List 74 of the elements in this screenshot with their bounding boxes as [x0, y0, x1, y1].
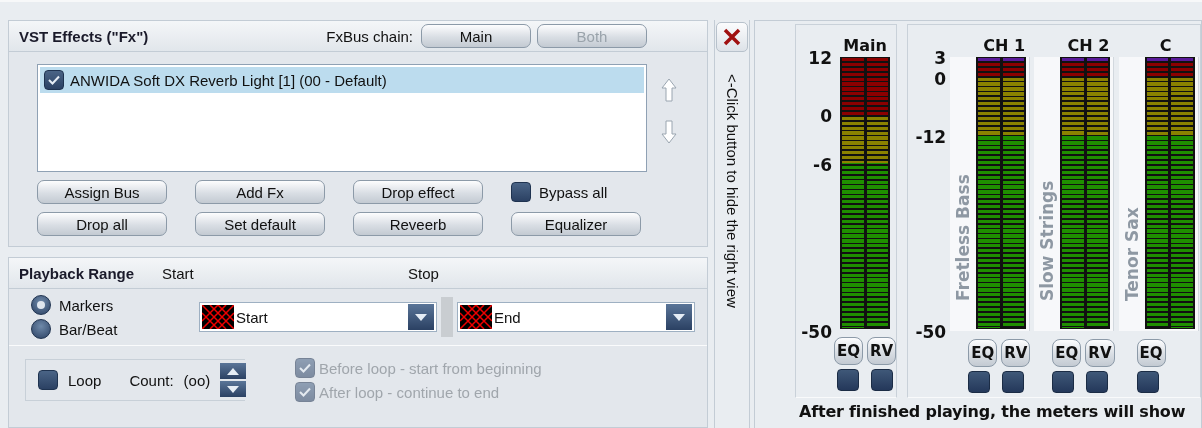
chain-button[interactable]: Main [421, 24, 531, 48]
action-button[interactable]: Drop all [37, 212, 167, 236]
channel-name: Tenor Sax [1120, 206, 1143, 303]
toggle-switch[interactable] [1002, 371, 1025, 393]
triangle-down-icon [415, 313, 427, 321]
spin-down-button[interactable] [220, 381, 247, 397]
close-icon [723, 28, 741, 46]
loop-label: Loop [68, 371, 102, 389]
triangle-down-icon [673, 313, 685, 321]
meter-toggle-button[interactable]: RV [1085, 339, 1115, 367]
scale-label: -50 [915, 322, 947, 342]
hide-hint-text: <-Click button to hide the right view [723, 74, 741, 308]
meter-title: CH 1 [983, 35, 1026, 57]
radio-button[interactable] [31, 295, 51, 315]
action-button[interactable]: Set default [195, 212, 325, 236]
meter-toggle-button[interactable]: RV [867, 337, 897, 365]
checkmark-icon [48, 75, 60, 85]
meter-title: Main [843, 35, 887, 57]
meter-toggle-button[interactable]: EQ [1052, 339, 1082, 367]
action-button[interactable]: Reveerb [353, 212, 483, 236]
scale-label: -12 [915, 127, 947, 148]
toggle-switch[interactable] [1052, 371, 1075, 393]
scale-label: -6 [813, 154, 832, 175]
marker-icon [202, 305, 234, 329]
close-button[interactable] [716, 22, 748, 52]
meter-toggle-button[interactable]: EQ [968, 339, 998, 367]
option-label: After loop - continue to end [319, 383, 500, 401]
scale-label: 3 [934, 48, 947, 68]
toggle-switch[interactable] [1086, 371, 1109, 393]
radio-label: Markers [59, 296, 114, 314]
meter-toggle-button[interactable]: EQ [834, 337, 863, 365]
radio-label: Bar/Beat [59, 320, 118, 338]
checkbox[interactable] [44, 70, 64, 90]
meter-toggle-button[interactable]: RV [1001, 339, 1031, 367]
footer-note: After finished playing, the meters will show [798, 401, 1187, 421]
scale-label: -50 [801, 322, 832, 342]
checkmark-icon [299, 387, 311, 397]
meter-title: C [1159, 35, 1172, 57]
triangle-up-icon [227, 367, 240, 375]
action-button[interactable]: Assign Bus [37, 180, 167, 204]
action-button[interactable]: Add Fx [195, 180, 325, 204]
action-button[interactable]: Equalizer [511, 212, 641, 236]
checkmark-icon [299, 363, 311, 373]
panel-title: Playback Range [19, 264, 135, 282]
checkbox[interactable] [511, 182, 531, 202]
radio-button[interactable] [31, 319, 51, 339]
panel-title: VST Effects ("Fx") [19, 27, 149, 45]
spin-up-button[interactable] [220, 363, 247, 379]
toggle-switch[interactable] [1136, 371, 1159, 393]
count-label: Count: [129, 371, 174, 389]
toggle-switch[interactable] [837, 369, 860, 391]
scale-label: 0 [934, 68, 947, 89]
triangle-down-icon [227, 385, 240, 393]
option-label: Before loop - start from beginning [319, 359, 542, 377]
checkbox[interactable] [38, 370, 58, 390]
channel-name: Fretless Bass [952, 173, 975, 303]
count-value: (oo) [183, 371, 211, 389]
effects-list[interactable]: ANWIDA Soft DX Reverb Light [1] (00 - Default) [37, 64, 647, 172]
effect-item[interactable]: ANWIDA Soft DX Reverb Light [1] (00 - Default) [40, 67, 644, 93]
start-label: Start [162, 264, 194, 282]
toggle-switch[interactable] [871, 369, 894, 391]
stop-label: Stop [408, 264, 439, 282]
checkbox-label: Bypass all [539, 183, 608, 201]
meter-title: CH 2 [1067, 35, 1110, 57]
scale-label: 0 [820, 105, 832, 126]
meter-toggle-button[interactable]: EQ [1136, 339, 1166, 367]
marker-icon [460, 305, 492, 329]
chain-label: FxBus chain: [326, 27, 413, 45]
channel-name: Slow Strings [1036, 179, 1059, 303]
scale-label: 12 [808, 48, 832, 68]
start-dropdown[interactable]: Start [199, 302, 437, 332]
toggle-switch[interactable] [968, 371, 991, 393]
stop-dropdown[interactable]: End [457, 302, 695, 332]
action-button[interactable]: Drop effect [353, 180, 483, 204]
